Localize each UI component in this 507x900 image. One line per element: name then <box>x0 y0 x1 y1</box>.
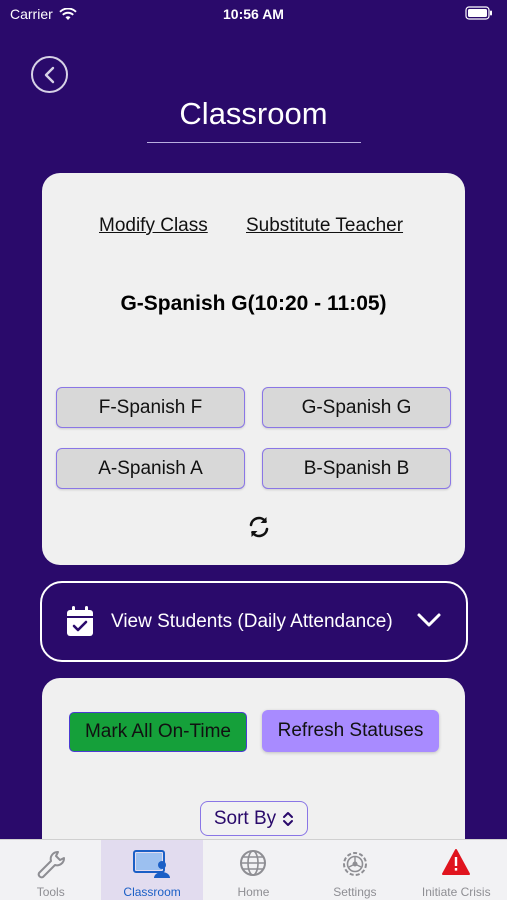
title-divider <box>147 142 361 143</box>
warning-icon <box>441 848 471 881</box>
tab-home-label: Home <box>237 885 270 899</box>
class-button-f-spanish[interactable]: F-Spanish F <box>56 387 245 428</box>
tab-classroom-label: Classroom <box>123 885 181 899</box>
sort-by-label: Sort By <box>213 807 277 829</box>
mark-all-on-time-button[interactable]: Mark All On-Time <box>69 712 247 752</box>
view-students-dropdown[interactable]: View Students (Daily Attendance) <box>40 581 468 662</box>
modify-class-link[interactable]: Modify Class <box>99 215 208 237</box>
back-button[interactable] <box>31 56 68 93</box>
tab-home[interactable]: Home <box>203 840 304 900</box>
substitute-teacher-link[interactable]: Substitute Teacher <box>246 215 403 237</box>
battery-icon <box>465 6 493 23</box>
tab-tools[interactable]: Tools <box>0 840 101 900</box>
globe-icon <box>238 848 268 883</box>
chevron-up-down-icon <box>283 811 294 826</box>
tab-settings[interactable]: Settings <box>304 840 405 900</box>
tab-classroom[interactable]: Classroom <box>101 840 203 900</box>
wrench-icon <box>34 848 68 887</box>
status-time: 10:56 AM <box>223 6 284 22</box>
tab-bar: Tools Classroom Home Settings Initiate C… <box>0 839 507 900</box>
class-button-b-spanish[interactable]: B-Spanish B <box>262 448 451 489</box>
refresh-icon[interactable] <box>246 514 272 540</box>
tab-tools-label: Tools <box>36 885 65 899</box>
class-button-g-spanish[interactable]: G-Spanish G <box>262 387 451 428</box>
sort-by-button[interactable]: Sort By <box>200 801 308 836</box>
refresh-statuses-button[interactable]: Refresh Statuses <box>262 710 439 752</box>
tab-initiate-crisis[interactable]: Initiate Crisis <box>406 840 507 900</box>
current-class-heading: G-Spanish G(10:20 - 11:05) <box>120 292 387 315</box>
view-students-label: View Students (Daily Attendance) <box>111 611 393 632</box>
page-title: Classroom <box>179 96 328 131</box>
gear-icon <box>339 848 371 885</box>
chevron-down-icon <box>416 611 442 634</box>
calendar-check-icon <box>66 605 94 642</box>
chevron-left-icon <box>44 66 54 83</box>
tab-settings-label: Settings <box>333 885 377 899</box>
tab-initiate-crisis-label: Initiate Crisis <box>421 885 491 899</box>
class-button-a-spanish[interactable]: A-Spanish A <box>56 448 245 489</box>
status-bar: Carrier 10:56 AM <box>0 0 507 30</box>
classroom-icon <box>132 848 172 885</box>
